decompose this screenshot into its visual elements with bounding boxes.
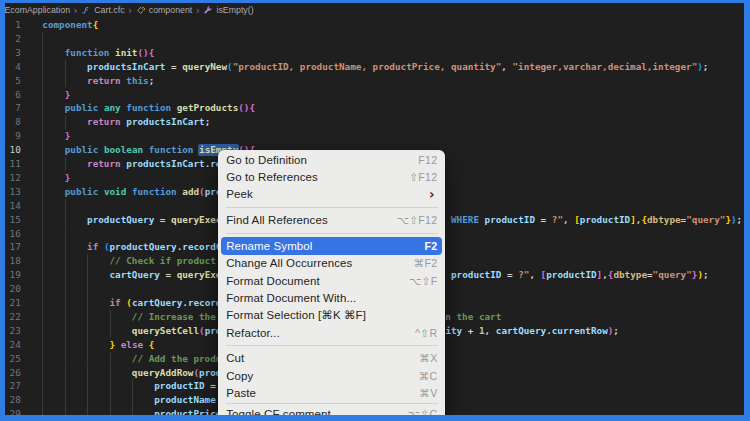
menu-item-shortcut: ^⇧R xyxy=(415,327,437,339)
breadcrumb-label: component xyxy=(149,5,193,15)
breadcrumb-label: isEmpty() xyxy=(216,5,253,15)
menu-item-shortcut: ⌘X xyxy=(419,352,437,364)
window-frame-bottom xyxy=(0,415,750,421)
cfml-file-icon xyxy=(81,5,91,17)
menu-item-shortcut: F2 xyxy=(425,240,438,252)
menu-item-find-all-references[interactable]: Find All References⌥⇧F12 xyxy=(221,211,443,228)
menu-item-label: Change All Occurrences xyxy=(226,257,413,269)
menu-separator xyxy=(226,403,438,404)
code-text: } xyxy=(42,171,70,185)
code-text: } xyxy=(42,88,70,102)
code-text: return productsInCart; xyxy=(42,115,210,129)
submenu-arrow-icon: › xyxy=(429,186,435,202)
menu-item-label: Format Document xyxy=(226,275,409,287)
menu-item-cut[interactable]: Cut⌘X xyxy=(221,350,443,367)
vscode-editor-window: { "colors": { "frame_blue": "#2E7CE4", "… xyxy=(0,0,750,421)
menu-item-paste[interactable]: Paste⌘V xyxy=(221,384,443,401)
code-line-1[interactable]: 1component{ xyxy=(0,18,750,32)
menu-item-shortcut: F12 xyxy=(418,154,437,166)
window-frame-top xyxy=(0,0,750,3)
code-text: } xyxy=(42,129,70,143)
breadcrumb: EcomApplication›Cart.cfc›component›isEmp… xyxy=(5,3,744,19)
breadcrumb-separator-icon: › xyxy=(74,4,78,16)
menu-item-label: Format Document With... xyxy=(226,292,437,304)
code-line-7[interactable]: 7 public any function getProducts(){ xyxy=(0,101,750,115)
code-line-9[interactable]: 9 } xyxy=(0,129,750,143)
menu-item-copy[interactable]: Copy⌘C xyxy=(221,367,443,384)
code-line-2[interactable]: 2 xyxy=(0,32,750,46)
code-line-5[interactable]: 5 return this; xyxy=(0,74,750,88)
indent-guide xyxy=(42,227,43,241)
menu-item-label: Cut xyxy=(226,352,419,364)
breadcrumb-label: Cart.cfc xyxy=(94,5,124,15)
menu-item-go-to-references[interactable]: Go to References⇧F12 xyxy=(221,168,443,185)
menu-item-label: Copy xyxy=(226,370,418,382)
menu-item-format-document[interactable]: Format Document⌥⇧F xyxy=(221,272,443,289)
symbol-class-icon xyxy=(136,5,146,17)
menu-item-shortcut: ⌘F2 xyxy=(414,257,438,269)
menu-item-refactor[interactable]: Refactor...^⇧R xyxy=(221,324,443,341)
breadcrumb-item-isempty[interactable]: isEmpty() xyxy=(203,4,253,16)
symbol-method-icon xyxy=(203,5,213,17)
code-text: function init(){ xyxy=(42,46,154,60)
menu-separator xyxy=(226,345,438,346)
menu-item-shortcut: ⇧F12 xyxy=(409,171,437,183)
menu-item-label: Rename Symbol xyxy=(226,240,424,252)
code-line-4[interactable]: 4 productsInCart = queryNew("productID, … xyxy=(0,60,750,74)
indent-guide xyxy=(65,282,66,296)
menu-item-shortcut: ⌘C xyxy=(419,370,438,382)
menu-item-rename-symbol[interactable]: Rename SymbolF2 xyxy=(221,237,443,254)
menu-item-go-to-definition[interactable]: Go to DefinitionF12 xyxy=(221,151,443,168)
context-menu: Go to DefinitionF12Go to References⇧F12P… xyxy=(218,150,445,421)
menu-item-peek[interactable]: Peek› xyxy=(221,186,443,203)
indent-guide xyxy=(42,199,43,213)
indent-guide xyxy=(65,199,66,213)
code-text: } else { xyxy=(42,338,154,352)
code-line-8[interactable]: 8 return productsInCart; xyxy=(0,115,750,129)
menu-item-label: Refactor... xyxy=(226,327,415,339)
menu-item-label: Go to Definition xyxy=(226,154,418,166)
indent-guide xyxy=(42,282,43,296)
code-line-3[interactable]: 3 function init(){ xyxy=(0,46,750,60)
menu-item-label: Format Selection [⌘K ⌘F] xyxy=(226,308,437,322)
code-text: public any function getProducts(){ xyxy=(42,101,255,115)
menu-item-change-all-occurrences[interactable]: Change All Occurrences⌘F2 xyxy=(221,255,443,272)
menu-item-label: Go to References xyxy=(226,171,409,183)
menu-item-format-selection-k-f[interactable]: Format Selection [⌘K ⌘F] xyxy=(221,307,443,324)
code-line-6[interactable]: 6 } xyxy=(0,88,750,102)
breadcrumb-item-ecomapplication[interactable]: EcomApplication xyxy=(5,5,71,15)
menu-separator xyxy=(226,233,438,234)
indent-guide xyxy=(65,227,66,241)
menu-item-format-document-with[interactable]: Format Document With... xyxy=(221,289,443,306)
breadcrumb-separator-icon: › xyxy=(196,4,200,16)
window-frame-left xyxy=(0,0,5,421)
indent-guide xyxy=(87,282,88,296)
breadcrumb-separator-icon: › xyxy=(128,4,132,16)
menu-item-label: Find All References xyxy=(226,214,396,226)
code-text: productsInCart = queryNew("productID, pr… xyxy=(42,60,708,74)
code-text: component{ xyxy=(42,18,98,32)
menu-item-label: Paste xyxy=(226,387,419,399)
window-frame-right xyxy=(744,0,750,421)
breadcrumb-item-cart-cfc[interactable]: Cart.cfc xyxy=(81,4,124,16)
indent-guide xyxy=(42,32,43,46)
menu-item-shortcut: ⌘V xyxy=(419,387,437,399)
breadcrumb-item-component[interactable]: component xyxy=(136,4,193,16)
menu-item-shortcut: ⌥⇧F12 xyxy=(397,214,438,226)
menu-item-shortcut: ⌥⇧F xyxy=(409,275,437,287)
breadcrumb-label: EcomApplication xyxy=(5,5,71,15)
menu-item-label: Peek xyxy=(226,188,429,200)
code-text: return this; xyxy=(42,74,154,88)
menu-separator xyxy=(226,207,438,208)
